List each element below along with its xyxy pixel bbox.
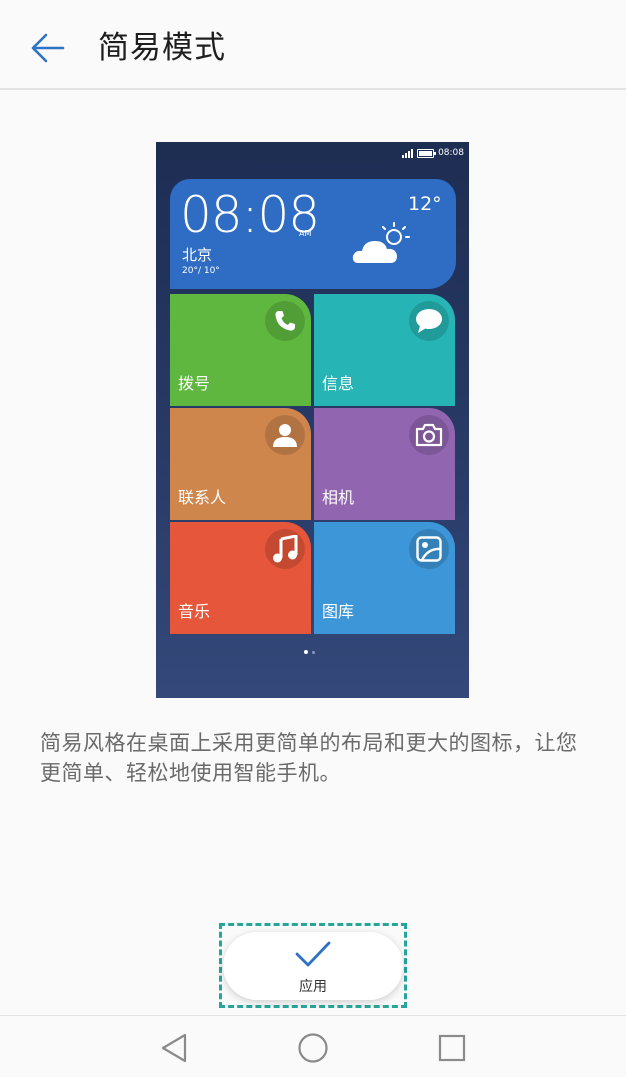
tile-music[interactable]: 音乐 — [170, 522, 311, 634]
back-arrow-icon — [31, 33, 65, 63]
square-recents-icon — [438, 1034, 466, 1062]
circle-home-icon — [298, 1033, 328, 1063]
tile-label: 相机 — [322, 488, 355, 507]
preview-status-bar: 08:08 — [402, 146, 464, 160]
battery-icon — [417, 148, 437, 158]
signal-icon — [402, 148, 414, 158]
nav-recents-button[interactable] — [434, 1030, 470, 1066]
tile-gallery[interactable]: 图库 — [314, 522, 455, 634]
checkmark-icon — [295, 941, 331, 967]
simple-mode-preview: 08:08 08:08 AM 北京 20°/ 10° 12° 拨号 信息 联系人… — [156, 142, 469, 698]
music-icon — [265, 529, 305, 569]
weather-clock-widget: 08:08 AM 北京 20°/ 10° 12° — [170, 179, 456, 289]
widget-ampm: AM — [299, 229, 312, 238]
nav-back-button[interactable] — [156, 1030, 192, 1066]
apply-label: 应用 — [299, 979, 327, 995]
triangle-back-icon — [161, 1033, 187, 1063]
tile-label: 联系人 — [178, 488, 227, 507]
mode-description: 简易风格在桌面上采用更简单的布局和更大的图标，让您更简单、轻松地使用智能手机。 — [40, 731, 578, 785]
tile-camera[interactable]: 相机 — [314, 408, 455, 520]
camera-icon — [409, 415, 449, 455]
widget-temp-range: 20°/ 10° — [182, 266, 220, 276]
tile-label: 信息 — [322, 374, 355, 393]
message-icon — [409, 301, 449, 341]
widget-city: 北京 — [182, 246, 213, 264]
gallery-icon — [409, 529, 449, 569]
tile-label: 音乐 — [178, 602, 211, 621]
phone-icon — [265, 301, 305, 341]
tile-messages[interactable]: 信息 — [314, 294, 455, 406]
app-header: 简易模式 — [0, 0, 626, 90]
nav-home-button[interactable] — [295, 1030, 331, 1066]
partly-cloudy-icon — [352, 222, 410, 263]
tile-label: 图库 — [322, 602, 355, 621]
page-indicator — [304, 650, 315, 654]
back-button[interactable] — [22, 22, 74, 74]
apply-button[interactable]: 应用 — [223, 932, 403, 1000]
tile-dialer[interactable]: 拨号 — [170, 294, 311, 406]
page-title: 简易模式 — [98, 30, 226, 66]
tile-contacts[interactable]: 联系人 — [170, 408, 311, 520]
widget-temperature: 12° — [408, 193, 442, 215]
system-nav-bar — [0, 1015, 626, 1077]
tile-label: 拨号 — [178, 374, 211, 393]
preview-status-time: 08:08 — [438, 148, 464, 158]
contact-icon — [265, 415, 305, 455]
